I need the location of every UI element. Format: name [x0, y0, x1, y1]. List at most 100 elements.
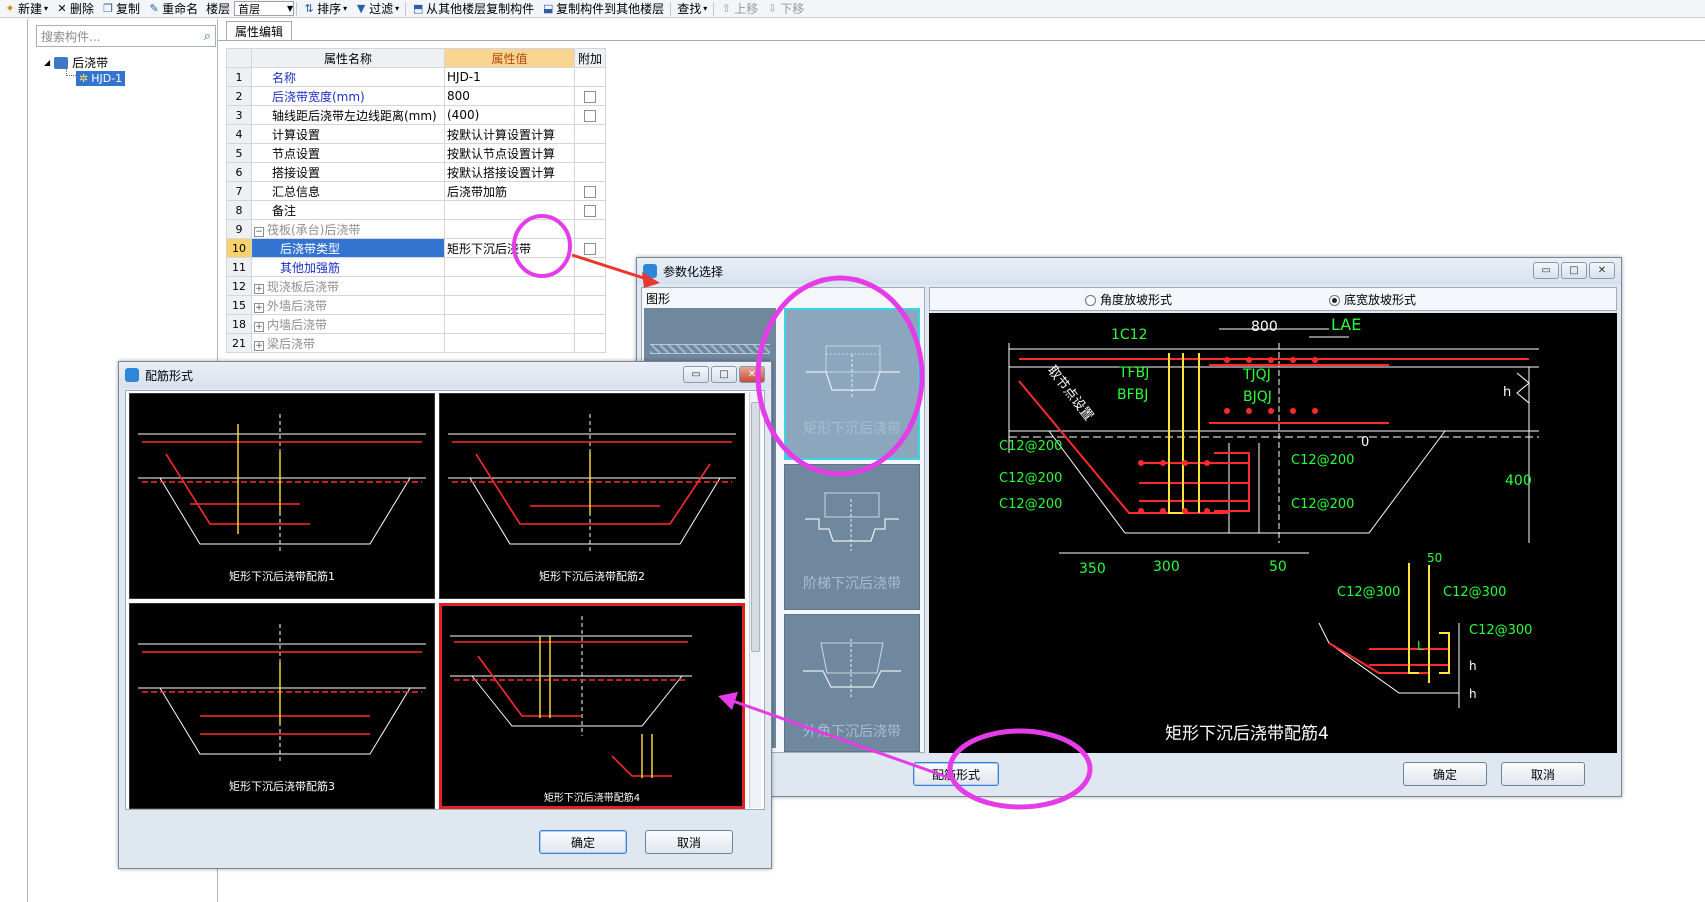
shape-tile-diagram	[805, 492, 899, 551]
label-c12-300: C12@300	[1443, 585, 1507, 600]
rebar-thumb-diagram	[450, 616, 692, 778]
move-up-button[interactable]: ⇧ 上移	[716, 0, 762, 17]
find-button[interactable]: 查找 ▾	[673, 0, 711, 17]
delete-button[interactable]: ✕ 删除	[52, 0, 98, 17]
toolbar-divider	[405, 1, 407, 16]
table-row[interactable]: 3 轴线距后浇带左边线距离(mm) (400)	[226, 105, 606, 125]
filter-button[interactable]: ▼ 过滤 ▾	[351, 0, 403, 17]
table-row[interactable]: 1 名称 HJD-1	[226, 67, 606, 87]
toolbar-divider	[713, 1, 715, 16]
label-350: 350	[1079, 561, 1106, 577]
left-dock-strip	[0, 19, 28, 902]
maximize-button[interactable]: □	[1561, 262, 1587, 279]
table-row[interactable]: 4 计算设置 按默认计算设置计算	[226, 124, 606, 144]
copy-to-floor-button[interactable]: ⬓ 复制构件到其他楼层	[538, 0, 668, 17]
new-icon: ✦	[5, 1, 15, 15]
shape-tile-stepped-sunk[interactable]: 阶梯下沉后浇带	[784, 464, 920, 610]
extra-checkbox[interactable]	[584, 242, 596, 255]
tab-divider	[218, 40, 1705, 41]
label-800: 800	[1251, 319, 1278, 335]
copy-from-floor-icon: ⬒	[412, 1, 424, 15]
rebar-ok-button[interactable]: 确定	[539, 830, 627, 854]
rebar-form-button[interactable]: 配筋形式	[913, 762, 999, 786]
extra-checkbox[interactable]	[584, 90, 596, 103]
sort-button[interactable]: ⇅ 排序 ▾	[299, 0, 351, 17]
table-row[interactable]: 2 后浇带宽度(mm) 800	[226, 86, 606, 106]
new-button[interactable]: ✦ 新建 ▾	[0, 0, 52, 17]
cancel-button[interactable]: 取消	[1501, 762, 1585, 786]
label-c12-200: C12@200	[999, 471, 1063, 486]
expand-icon[interactable]: +	[254, 340, 264, 351]
shape-tile-outer-angle-sunk[interactable]: 外角下沉后浇带	[784, 614, 920, 752]
shape-tile-rect-sunk[interactable]: 矩形下沉后浇带	[784, 308, 920, 460]
label-c12-200: C12@200	[1291, 453, 1355, 468]
floor-select[interactable]: 首层 ▼	[234, 1, 295, 16]
rebar-preview-diagram	[1008, 328, 1539, 708]
radio-icon	[1085, 295, 1096, 306]
rebar-list-scrollbar[interactable]	[749, 392, 761, 808]
expand-icon[interactable]: +	[254, 283, 264, 294]
minimize-button[interactable]: ▭	[1533, 262, 1559, 279]
preview-caption: 矩形下沉后浇带配筋4	[1165, 724, 1329, 744]
minimize-button[interactable]: ▭	[683, 366, 709, 383]
rebar-thumb-diagram	[138, 414, 426, 554]
label-c12-300: C12@300	[1469, 623, 1533, 638]
extra-checkbox[interactable]	[584, 204, 596, 217]
table-row-selected[interactable]: 10 后浇带类型 矩形下沉后浇带	[226, 238, 606, 258]
copy-button[interactable]: ❐ 复制	[98, 0, 144, 17]
ok-button[interactable]: 确定	[1403, 762, 1487, 786]
label-bfbj: BFBJ	[1117, 387, 1149, 403]
app-logo-icon	[125, 368, 139, 382]
extra-checkbox[interactable]	[584, 185, 596, 198]
table-row[interactable]: 7 汇总信息 后浇带加筋	[226, 181, 606, 201]
copy-to-floor-icon: ⬓	[542, 1, 554, 15]
label-c12-200: C12@200	[999, 439, 1063, 454]
expand-icon[interactable]: +	[254, 302, 264, 313]
close-button[interactable]: ✕	[1589, 262, 1615, 279]
radio-angle-slope[interactable]: 角度放坡形式	[1085, 291, 1172, 308]
arrow-up-icon: ⇧	[721, 1, 731, 15]
rebar-preview: 800 LAE 1C12 TFBJ BFBJ TJQJ BJQJ 取节点设置 h…	[929, 313, 1617, 753]
tree-item-hjd-1[interactable]: ✲ HJD-1	[76, 71, 126, 86]
table-row[interactable]: 5 节点设置 按默认节点设置计算	[226, 143, 606, 163]
shape-label: 图形	[646, 292, 671, 306]
search-input[interactable]: 搜索构件... ⌕	[36, 25, 216, 47]
table-row[interactable]: 15 + 外墙后浇带	[226, 295, 606, 315]
column-header-extra: 附加	[574, 48, 606, 68]
expand-icon[interactable]: +	[254, 321, 264, 332]
maximize-button[interactable]: □	[711, 366, 737, 383]
arrow-down-icon: ⇩	[767, 1, 777, 15]
rebar-form-window: 配筋形式 ▭ □ ✕ 矩形下沉后浇带配筋1 矩形下沉后浇带配筋2 矩形下沉后浇带…	[118, 361, 772, 869]
rename-button[interactable]: ✎ 重命名	[144, 0, 202, 17]
label-400: 400	[1505, 473, 1532, 489]
extra-checkbox[interactable]	[584, 109, 596, 122]
close-button[interactable]: ✕	[739, 366, 765, 383]
search-icon[interactable]: ⌕	[204, 29, 211, 44]
scrollbar-thumb[interactable]	[751, 402, 760, 652]
table-row[interactable]: 18 + 内墙后浇带	[226, 314, 606, 334]
table-row[interactable]: 12 + 现浇板后浇带	[226, 276, 606, 296]
table-row[interactable]: 11 其他加强筋	[226, 257, 606, 277]
rebar-cancel-button[interactable]: 取消	[645, 830, 733, 854]
move-down-button[interactable]: ⇩ 下移	[762, 0, 808, 17]
table-row[interactable]: 8 备注	[226, 200, 606, 220]
rebar-thumb-1[interactable]: 矩形下沉后浇带配筋1	[129, 393, 435, 599]
chevron-down-icon: ▼	[286, 4, 294, 13]
rebar-thumb-2[interactable]: 矩形下沉后浇带配筋2	[439, 393, 745, 599]
tab-property-editor[interactable]: 属性编辑	[226, 21, 292, 41]
radio-width-slope[interactable]: 底宽放坡形式	[1329, 291, 1416, 308]
collapse-icon[interactable]: −	[254, 226, 264, 237]
collapse-arrow-icon[interactable]: ◢	[44, 58, 50, 67]
label-h: h	[1469, 659, 1477, 673]
table-row[interactable]: 9− 筏板(承台)后浇带	[226, 219, 606, 239]
copy-from-floor-button[interactable]: ⬒ 从其他楼层复制构件	[408, 0, 538, 17]
label-1c12: 1C12	[1111, 327, 1148, 343]
label-l: L	[1417, 639, 1424, 653]
table-row[interactable]: 21 + 梁后浇带	[226, 333, 606, 353]
rebar-thumb-diagram	[138, 624, 426, 764]
table-row[interactable]: 6 搭接设置 按默认搭接设置计算	[226, 162, 606, 182]
rebar-thumb-4-selected[interactable]: 矩形下沉后浇带配筋4	[439, 603, 745, 809]
rebar-thumb-3[interactable]: 矩形下沉后浇带配筋3	[129, 603, 435, 809]
property-grid: 属性名称 属性值 附加 1 名称 HJD-1 2 后浇带宽度(mm) 800 3 轴线距后…	[226, 48, 606, 353]
tree-root[interactable]: ◢ 后浇带	[44, 54, 108, 71]
